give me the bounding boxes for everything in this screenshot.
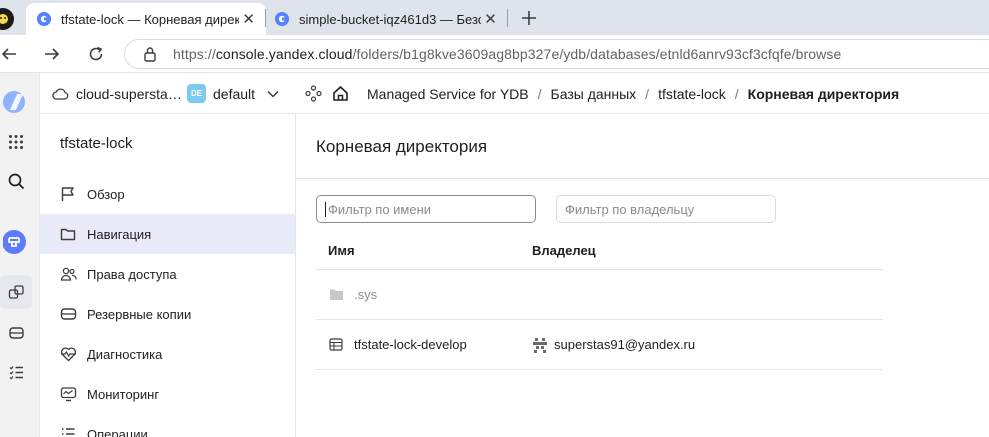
sidebar-item-diagnostics[interactable]: Диагностика xyxy=(40,334,295,374)
text-cursor xyxy=(325,201,326,217)
new-tab-button[interactable] xyxy=(516,5,542,31)
table-header: Имя Владелец xyxy=(316,232,883,270)
breadcrumb-item-database[interactable]: tfstate-lock xyxy=(658,86,726,102)
folder-icon xyxy=(59,225,77,243)
sidebar-item-access-rights[interactable]: Права доступа xyxy=(40,254,295,294)
sidebar-item-label: Мониторинг xyxy=(87,386,160,402)
sidebar-item-backups[interactable]: Резервные копии xyxy=(40,294,295,334)
browser-tab-title: tfstate-lock — Корневая директо xyxy=(61,11,240,27)
filter-by-owner-input[interactable]: Фильтр по владельцу xyxy=(556,195,776,223)
filter-by-name-placeholder: Фильтр по имени xyxy=(328,201,432,217)
browser-profile-icon[interactable] xyxy=(0,8,14,30)
page-title: Корневая директория xyxy=(316,137,488,156)
global-nav-rail xyxy=(0,73,40,437)
close-tab-icon[interactable]: ✕ xyxy=(239,9,258,29)
divider xyxy=(296,178,989,179)
back-button[interactable] xyxy=(0,41,22,67)
row-name[interactable]: .sys xyxy=(354,287,377,302)
close-tab-icon[interactable]: ✕ xyxy=(481,9,500,29)
address-bar[interactable]: https://console.yandex.cloud/folders/b1g… xyxy=(124,39,989,69)
filter-by-owner-placeholder: Фильтр по владельцу xyxy=(565,201,695,217)
browser-tab-strip: tfstate-lock — Корневая директо ✕ simple… xyxy=(0,0,989,35)
url-text: https://console.yandex.cloud/folders/b1g… xyxy=(173,46,841,62)
browser-toolbar: https://console.yandex.cloud/folders/b1g… xyxy=(0,35,989,73)
sidebar-item-operations[interactable]: Операции xyxy=(40,414,295,437)
backup-icon xyxy=(59,305,77,323)
breadcrumb-item-service[interactable]: Managed Service for YDB xyxy=(367,86,529,102)
main-content: Корневая директория Фильтр по имени Филь… xyxy=(296,114,989,437)
browser-tab-title: simple-bucket-iqz461d3 — Безоп xyxy=(299,11,482,27)
sidebar-item-label: Диагностика xyxy=(87,346,163,362)
cloud-icon xyxy=(52,87,69,100)
breadcrumb-separator: / xyxy=(537,85,542,102)
compute-boxes-icon[interactable] xyxy=(0,275,32,309)
owner-avatar-icon xyxy=(532,337,548,353)
users-icon xyxy=(59,265,77,283)
yandex-cloud-favicon-icon xyxy=(274,11,290,27)
ydb-service-icon[interactable] xyxy=(0,225,32,259)
monitor-icon xyxy=(59,385,77,403)
filter-by-name-input[interactable]: Фильтр по имени xyxy=(316,195,536,223)
search-icon[interactable] xyxy=(0,164,32,198)
list-icon xyxy=(59,425,77,437)
row-name[interactable]: tfstate-lock-develop xyxy=(354,337,467,352)
storage-icon[interactable] xyxy=(0,315,32,349)
checklist-icon[interactable] xyxy=(0,355,32,389)
breadcrumb: Managed Service for YDB / Базы данных / … xyxy=(305,73,899,114)
home-icon[interactable] xyxy=(332,85,349,102)
sidebar-item-label: Навигация xyxy=(87,226,152,242)
sidebar-item-label: Резервные копии xyxy=(87,306,192,322)
sidebar-item-monitoring[interactable]: Мониторинг xyxy=(40,374,295,414)
breadcrumb-separator: / xyxy=(645,85,650,102)
browser-tab[interactable]: simple-bucket-iqz461d3 — Безоп ✕ xyxy=(264,3,508,35)
tab-divider xyxy=(507,9,508,27)
forward-button[interactable] xyxy=(39,41,65,67)
folder-name: default xyxy=(213,85,256,102)
service-graph-icon[interactable] xyxy=(305,85,322,102)
sidebar-item-overview[interactable]: Обзор xyxy=(40,174,295,214)
column-header-name[interactable]: Имя xyxy=(316,243,532,258)
breadcrumb-item-databases[interactable]: Базы данных xyxy=(551,86,637,102)
sidebar-database-title: tfstate-lock xyxy=(60,135,133,152)
folder-icon xyxy=(328,287,344,303)
cloud-name: cloud-supersta… xyxy=(76,85,182,102)
yandex-cloud-favicon-icon xyxy=(36,11,52,27)
reload-button[interactable] xyxy=(83,41,109,67)
chevron-down-icon xyxy=(267,90,279,98)
column-header-owner[interactable]: Владелец xyxy=(532,243,883,258)
sidebar-item-label: Обзор xyxy=(87,186,125,202)
yandex-cloud-logo-icon[interactable] xyxy=(0,85,32,119)
heartbeat-icon xyxy=(59,345,77,363)
folder-badge: DE xyxy=(187,84,206,103)
table-icon xyxy=(328,337,344,353)
folder-selector[interactable]: DE default xyxy=(187,73,279,114)
row-owner: superstas91@yandex.ru xyxy=(554,337,696,352)
table-row[interactable]: tfstate-lock-develop superstas91@yandex.… xyxy=(316,320,883,370)
service-sidebar: tfstate-lock Обзор Навигация Права досту… xyxy=(40,114,296,437)
breadcrumb-item-current: Корневая директория xyxy=(747,85,900,102)
url-host: console.yandex.cloud xyxy=(215,46,353,62)
browser-tab-active[interactable]: tfstate-lock — Корневая директо ✕ xyxy=(26,3,266,35)
console-header: cloud-supersta… DE default Managed Servi… xyxy=(0,73,989,114)
breadcrumb-separator: / xyxy=(734,85,739,102)
cloud-selector[interactable]: cloud-supersta… xyxy=(52,73,182,114)
all-services-icon[interactable] xyxy=(0,125,32,159)
flag-icon xyxy=(59,185,77,203)
site-info-icon[interactable] xyxy=(141,45,159,63)
url-path: /folders/b1g8kve3609ag8bp327e/ydb/databa… xyxy=(352,46,842,62)
sidebar-item-navigation[interactable]: Навигация xyxy=(40,214,295,254)
sidebar-item-label: Операции xyxy=(87,426,148,437)
directory-table: Имя Владелец .sys tfstate-lock-develop s… xyxy=(316,232,883,370)
url-scheme: https:// xyxy=(173,46,216,62)
table-row[interactable]: .sys xyxy=(316,270,883,320)
sidebar-item-label: Права доступа xyxy=(87,266,177,282)
